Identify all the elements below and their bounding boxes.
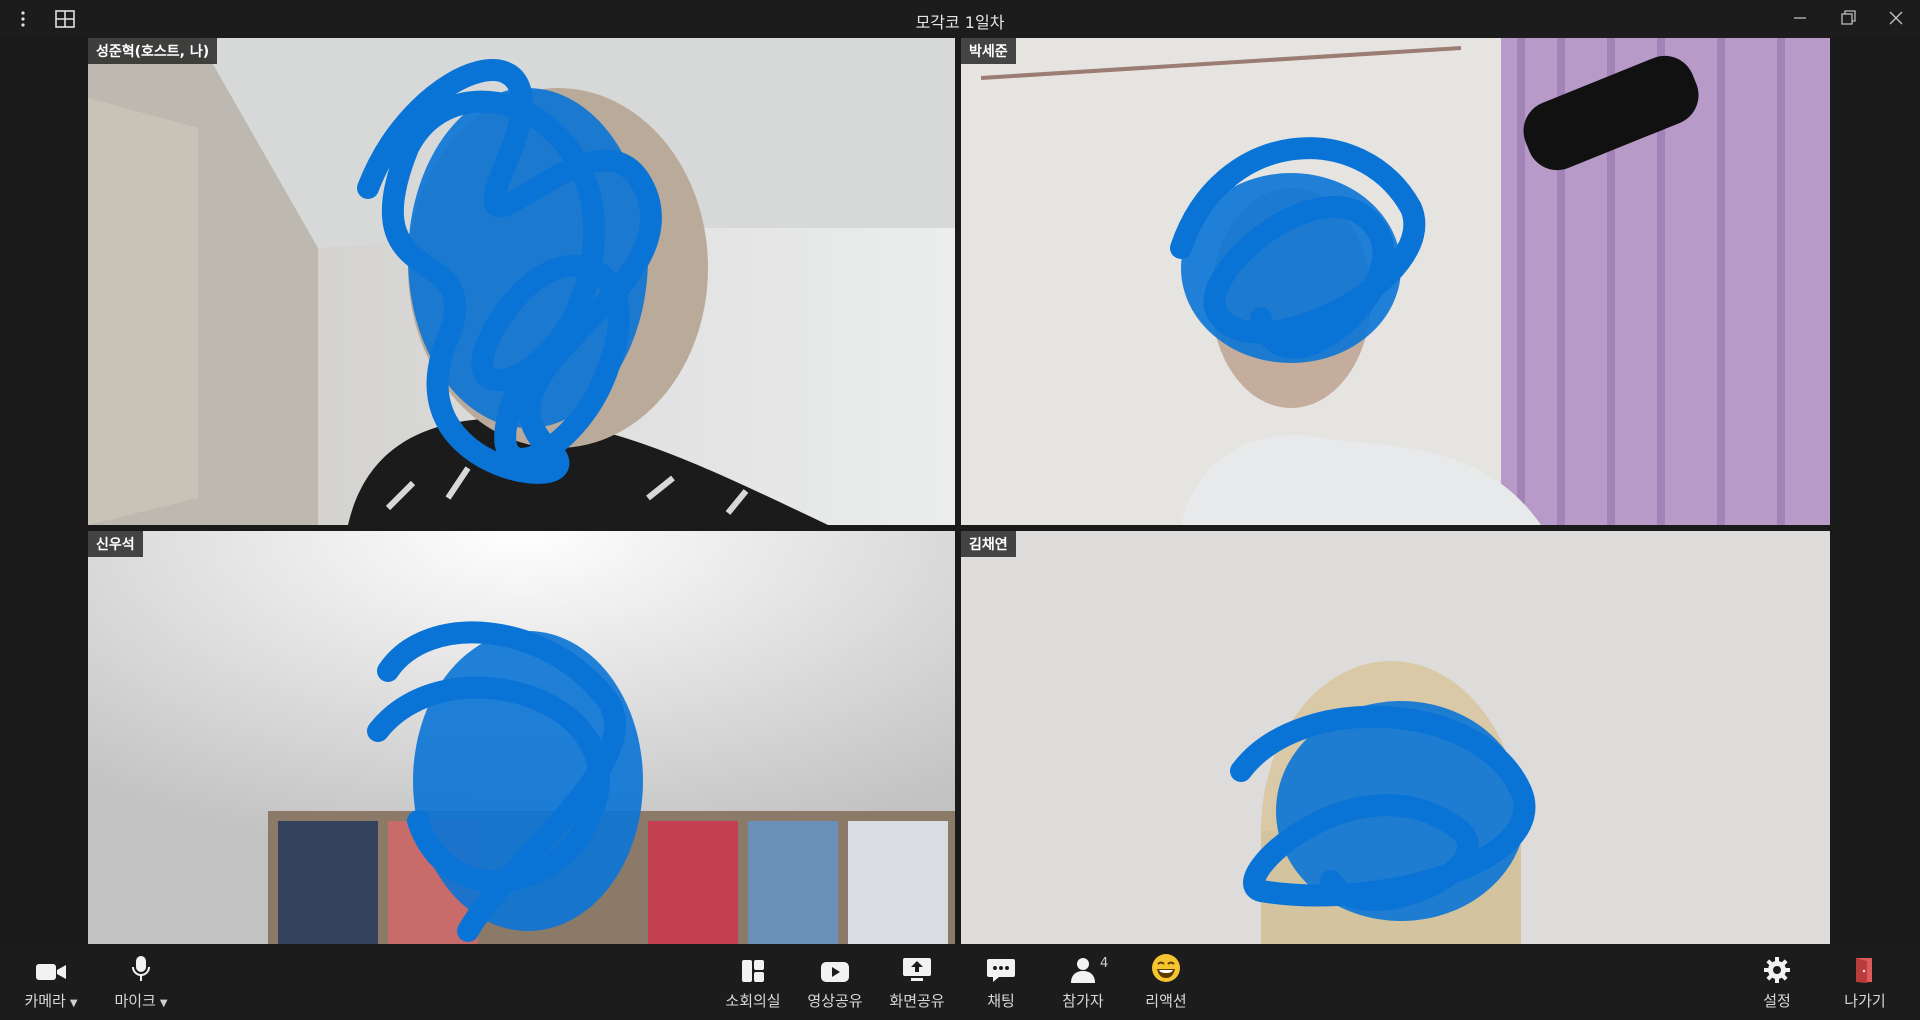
chevron-down-icon[interactable]: ▼ [160,998,168,1009]
breakout-room-icon [742,960,764,982]
participants-count: 4 [1100,956,1109,971]
chat-label: 채팅 [987,992,1015,1010]
video-share-label: 영상공유 [807,992,863,1010]
laughing-emoji-icon [1152,954,1180,982]
breakout-room-button[interactable]: 소회의실 [718,944,788,1020]
video-tile-host[interactable]: 성준혁(호스트, 나) [88,38,955,525]
participant-name: 신우석 [88,531,143,557]
camera-label: 카메라 [24,992,66,1010]
minimize-button[interactable] [1780,6,1820,32]
video-tile-participant[interactable]: 김채연 [961,531,1830,944]
restore-button[interactable] [1828,6,1868,32]
participants-label: 참가자 [1062,992,1104,1010]
privacy-scribble [1170,137,1426,363]
person-icon [1071,958,1095,983]
participant-name: 성준혁(호스트, 나) [88,38,218,64]
mic-button[interactable]: 마이크 ▼ [106,944,176,1020]
video-share-button[interactable]: 영상공유 [800,944,870,1020]
privacy-scribble [357,59,662,484]
close-button[interactable] [1876,6,1916,32]
settings-button[interactable]: 설정 [1742,944,1812,1020]
gear-icon [1764,957,1790,983]
exit-door-icon [1856,958,1872,983]
title-bar: 모각코 1일차 [0,0,1920,38]
video-tile-participant[interactable]: 신우석 [88,531,955,944]
chat-icon [987,959,1015,982]
participant-name: 김채연 [961,531,1016,557]
meeting-window: 모각코 1일차 성준혁(호스트, 나) 박세준 신우석 김채연 카메라 ▼ 마이… [0,0,1920,1020]
breakout-room-label: 소회의실 [725,992,781,1010]
meeting-title: 모각코 1일차 [915,13,1005,32]
reaction-label: 리액션 [1145,992,1187,1010]
participant-name: 박세준 [961,38,1016,64]
privacy-scribble [1230,701,1536,921]
mic-label: 마이크 [114,992,156,1010]
camera-button[interactable]: 카메라 ▼ [16,944,86,1020]
participants-button[interactable]: 4 참가자 [1048,944,1118,1020]
microphone-icon [132,956,150,981]
video-tile-participant[interactable]: 박세준 [961,38,1830,525]
reaction-button[interactable]: 리액션 [1131,944,1201,1020]
chevron-down-icon[interactable]: ▼ [70,998,78,1009]
play-video-icon [821,962,849,982]
screen-share-icon [903,958,931,981]
chat-button[interactable]: 채팅 [966,944,1036,1020]
privacy-scribble [367,621,643,942]
meeting-toolbar: 카메라 ▼ 마이크 ▼ 소회의실 영상공유 화면공유 채팅 4 참가자 리액션 … [0,944,1920,1020]
leave-label: 나가기 [1844,992,1886,1010]
screen-share-button[interactable]: 화면공유 [882,944,952,1020]
camera-icon [36,964,66,980]
settings-label: 설정 [1763,992,1791,1010]
leave-button[interactable]: 나가기 [1830,944,1900,1020]
screen-share-label: 화면공유 [889,992,945,1010]
